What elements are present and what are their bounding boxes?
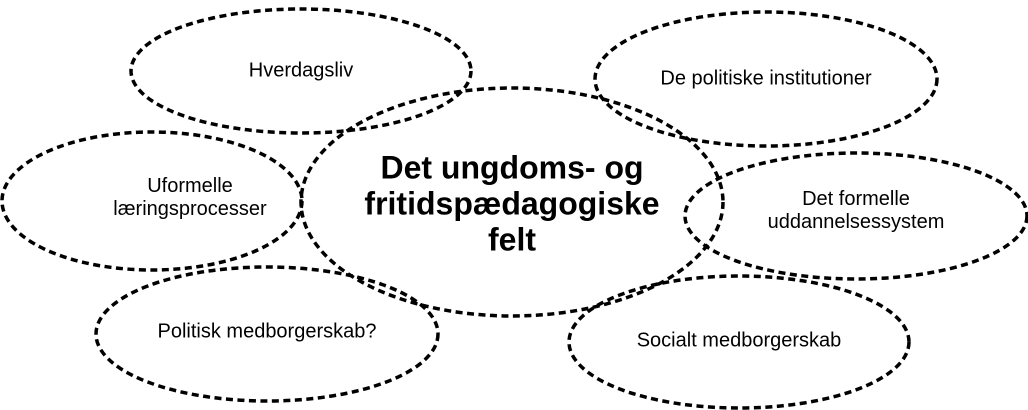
center-title: Det ungdoms- og fritidspædagogiske felt (364, 149, 660, 257)
label-socialt-medborgerskab: Socialt medborgerskab (636, 329, 842, 352)
label-politisk-medborgerskab: Politisk medborgerskab? (157, 320, 377, 343)
label-hverdagsliv: Hverdagsliv (248, 59, 354, 82)
label-uformelle: Uformelle læringsprocesser (113, 175, 267, 220)
label-politiske-institutioner: De politiske institutioner (660, 67, 872, 90)
label-formelle: Det formelle uddannelsessystem (767, 188, 945, 233)
